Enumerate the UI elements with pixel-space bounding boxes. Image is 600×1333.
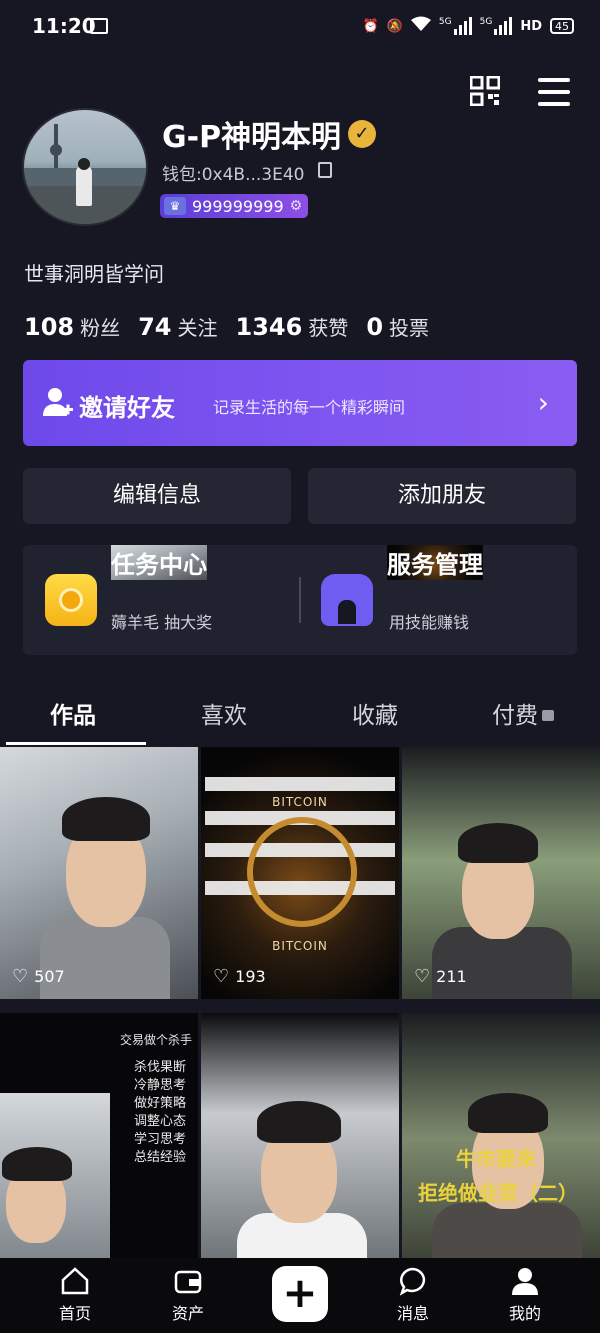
post-tile[interactable]: 牛市要来 拒绝做韭菜（二）: [402, 1013, 600, 1265]
service-management-subtitle: 用技能赚钱: [389, 613, 470, 632]
task-center-subtitle: 薅羊毛 抽大奖: [111, 613, 213, 632]
heart-icon: ♡: [213, 966, 230, 987]
badge-value: 999999999: [192, 196, 284, 216]
post-tile[interactable]: 交易做个杀手 杀伐果断 冷静思考 做好策略 调整心态 学习思考 总结经验: [0, 1013, 198, 1265]
mute-icon: 🔕: [386, 18, 403, 34]
post-tile[interactable]: BITCOIN BITCOIN ♡ 193: [201, 747, 399, 999]
chat-bubble-icon: [399, 1267, 426, 1296]
posts-grid: ♡ 507 BITCOIN BITCOIN ♡ 193 ♡ 211 交易做个杀手 杀伐…: [0, 747, 600, 1265]
edit-profile-button[interactable]: 编辑信息: [23, 468, 291, 524]
post-tile[interactable]: ♡ 507: [0, 747, 198, 999]
content-tabs: 作品 喜欢 收藏 付费: [0, 696, 600, 746]
battery-icon: 45: [550, 18, 574, 34]
status-bar: 11:20 ⏰ 🔕 5G 5G HD 45: [0, 0, 600, 56]
tab-works[interactable]: 作品: [50, 696, 96, 730]
username: G-P神明本明: [162, 120, 342, 155]
qr-code-icon[interactable]: [469, 75, 501, 107]
person-icon: [512, 1268, 538, 1295]
nav-home[interactable]: 首页: [35, 1266, 115, 1324]
invite-title: 邀请好友: [79, 394, 175, 422]
crown-icon: ♛: [164, 197, 186, 215]
heart-icon: ♡: [414, 966, 431, 987]
likes-count: ♡ 193: [213, 966, 266, 987]
create-post-button[interactable]: +: [272, 1266, 328, 1322]
avatar[interactable]: [22, 108, 148, 226]
shop-icon[interactable]: [321, 574, 373, 626]
nav-assets[interactable]: 资产: [148, 1266, 228, 1324]
bio: 世事洞明皆学问: [24, 262, 164, 286]
status-time: 11:20: [32, 14, 96, 38]
service-management-title[interactable]: 服务管理: [387, 545, 483, 580]
likes-count: ♡ 507: [12, 966, 65, 987]
invite-subtitle: 记录生活的每一个精彩瞬间: [213, 398, 406, 417]
menu-icon[interactable]: [538, 78, 570, 106]
task-coin-icon[interactable]: [45, 574, 97, 626]
wallet-icon: [174, 1270, 202, 1294]
tab-favorites[interactable]: 收藏: [352, 696, 398, 730]
stat-followers[interactable]: 108 粉丝: [24, 312, 120, 341]
chevron-right-icon: ›: [537, 386, 549, 419]
gear-icon: ⚙: [289, 198, 303, 214]
task-center-title[interactable]: 任务中心: [111, 545, 207, 580]
message-icon: [90, 18, 108, 34]
active-tab-indicator: [6, 742, 146, 745]
alarm-icon: ⏰: [362, 18, 379, 34]
services-card: 任务中心 薅羊毛 抽大奖 服务管理 用技能赚钱: [23, 545, 577, 655]
home-icon: [61, 1267, 89, 1295]
copy-icon[interactable]: [318, 162, 332, 178]
signal-icon-2: 5G: [480, 17, 513, 35]
status-right-icons: ⏰ 🔕 5G 5G HD 45: [363, 16, 574, 36]
post-tile[interactable]: [201, 1013, 399, 1265]
likes-count: ♡ 211: [414, 966, 467, 987]
add-friend-button[interactable]: 添加朋友: [308, 468, 576, 524]
nav-messages[interactable]: 消息: [373, 1266, 453, 1324]
nav-me[interactable]: 我的: [485, 1266, 565, 1324]
stat-following[interactable]: 74 关注: [138, 312, 217, 341]
stat-votes[interactable]: 0 投票: [366, 312, 429, 341]
stat-likes[interactable]: 1346 获赞: [236, 312, 349, 341]
heart-icon: ♡: [12, 966, 29, 987]
lock-icon: [542, 710, 554, 721]
signal-icon: 5G: [439, 17, 472, 35]
invite-friends-banner[interactable]: 邀请好友 记录生活的每一个精彩瞬间 ›: [23, 360, 577, 446]
wallet-address: 钱包:0x4B...3E40: [162, 165, 305, 185]
verified-check-icon: ✓: [348, 120, 376, 148]
person-add-icon: [43, 386, 73, 418]
tab-likes[interactable]: 喜欢: [201, 696, 247, 730]
wifi-icon: [410, 16, 431, 36]
divider: [299, 577, 301, 623]
level-badge[interactable]: ♛ 999999999 ⚙: [160, 194, 309, 218]
tab-paid[interactable]: 付费: [492, 696, 554, 730]
post-tile[interactable]: ♡ 211: [402, 747, 600, 999]
profile-stats: 108 粉丝 74 关注 1346 获赞 0 投票: [24, 312, 429, 341]
hd-label: HD: [520, 18, 542, 34]
bottom-navigation: 首页 资产 + 消息 我的: [0, 1258, 600, 1333]
